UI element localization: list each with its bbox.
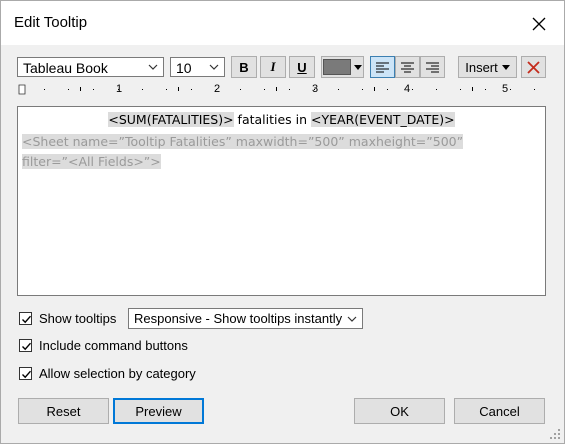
dropdown-arrow-icon	[501, 64, 510, 70]
underline-label: U	[297, 59, 307, 75]
align-right-button[interactable]	[420, 56, 445, 78]
font-family-value: Tableau Book	[23, 60, 108, 76]
chevron-down-icon	[347, 316, 357, 322]
cancel-button[interactable]: Cancel	[454, 398, 545, 424]
include-command-buttons-label: Include command buttons	[39, 338, 188, 353]
checkmark-icon	[22, 370, 32, 379]
preview-button[interactable]: Preview	[113, 398, 204, 424]
delete-x-icon	[527, 60, 540, 74]
sheet-tag-text: <Sheet name=”Tooltip Fatalities” maxwidt…	[22, 134, 464, 169]
tooltip-text: fatalities in	[233, 112, 312, 127]
ok-label: OK	[390, 403, 409, 419]
tooltip-mode-select[interactable]: Responsive - Show tooltips instantly	[128, 308, 363, 329]
clear-button[interactable]	[521, 56, 546, 78]
align-left-button[interactable]	[370, 56, 395, 78]
reset-button[interactable]: Reset	[18, 398, 109, 424]
font-size-value: 10	[176, 60, 192, 76]
insert-button[interactable]: Insert	[458, 56, 517, 78]
allow-selection-checkbox[interactable]	[19, 367, 32, 380]
reset-label: Reset	[46, 403, 81, 419]
tooltip-line-1: <SUM(FATALITIES)> fatalities in <YEAR(EV…	[18, 112, 545, 127]
font-color-button[interactable]	[321, 56, 364, 78]
font-size-select[interactable]: 10	[170, 57, 225, 77]
field-tag-sum-fatalities: <SUM(FATALITIES)>	[108, 112, 234, 127]
bold-label: B	[239, 59, 249, 75]
chevron-down-icon	[148, 64, 158, 70]
underline-button[interactable]: U	[289, 56, 315, 78]
ruler-ticks	[18, 84, 535, 95]
title-bar: Edit Tooltip	[1, 1, 564, 45]
align-center-icon	[401, 62, 414, 72]
dropdown-arrow-icon	[354, 64, 362, 70]
italic-label: I	[270, 59, 276, 74]
insert-label: Insert	[465, 59, 498, 75]
font-family-select[interactable]: Tableau Book	[17, 57, 164, 77]
resize-grip-icon[interactable]	[549, 428, 561, 440]
checkmark-icon	[22, 315, 32, 324]
align-left-icon	[376, 62, 389, 72]
ruler-label: 2	[214, 83, 221, 95]
ruler-label: 1	[116, 83, 123, 95]
ruler-label: 4	[404, 83, 411, 95]
allow-selection-label: Allow selection by category	[39, 366, 196, 381]
include-command-buttons-checkbox[interactable]	[19, 339, 32, 352]
show-tooltips-checkbox[interactable]	[19, 312, 32, 325]
show-tooltips-label: Show tooltips	[39, 311, 117, 326]
tooltip-mode-value: Responsive - Show tooltips instantly	[134, 311, 343, 326]
edit-tooltip-dialog: Edit Tooltip Tableau Book 10 B I U Inser…	[0, 0, 565, 444]
ruler-label: 3	[312, 83, 319, 95]
tooltip-editor[interactable]: <SUM(FATALITIES)> fatalities in <YEAR(EV…	[17, 106, 546, 296]
close-icon	[532, 17, 546, 31]
ok-button[interactable]: OK	[354, 398, 445, 424]
align-right-icon	[426, 62, 439, 72]
dialog-title: Edit Tooltip	[14, 14, 88, 31]
cancel-label: Cancel	[479, 403, 520, 419]
ruler-label: 5	[502, 83, 509, 95]
chevron-down-icon	[209, 64, 219, 70]
sheet-tag: <Sheet name=”Tooltip Fatalities” maxwidt…	[22, 132, 492, 172]
bold-button[interactable]: B	[231, 56, 257, 78]
preview-label: Preview	[135, 403, 182, 419]
close-button[interactable]	[522, 9, 556, 39]
align-center-button[interactable]	[395, 56, 420, 78]
italic-button[interactable]: I	[260, 56, 286, 78]
field-tag-year-event-date: <YEAR(EVENT_DATE)>	[311, 112, 455, 127]
ruler: 1 2 3 4 5	[18, 82, 545, 98]
color-swatch	[323, 59, 351, 75]
checkmark-icon	[22, 342, 32, 351]
